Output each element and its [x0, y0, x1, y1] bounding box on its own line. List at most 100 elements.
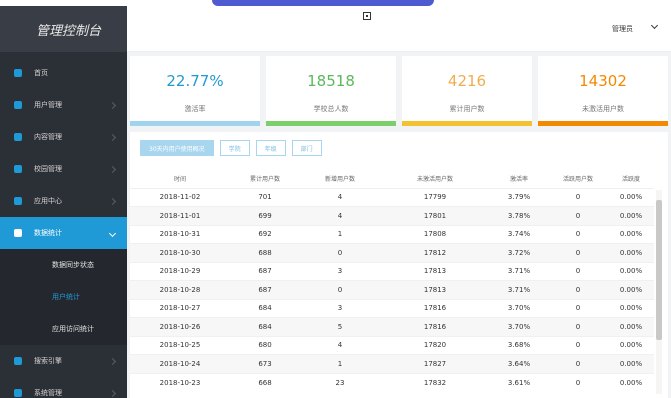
chevron-icon [108, 357, 117, 365]
table-cell: 3.72% [490, 243, 548, 262]
table-cell: 17816 [380, 298, 490, 318]
table-cell: 0 [548, 206, 608, 225]
table-cell: 1 [300, 224, 380, 244]
sidebar-item-system[interactable]: 系统管理 [0, 377, 127, 398]
tab-30-day-overview[interactable]: 30天内用户使用概况 [140, 140, 214, 156]
sidebar-subitem-label: 用户统计 [52, 293, 80, 301]
table-cell: 0 [548, 372, 608, 392]
user-icon [14, 101, 22, 109]
table-cell: 3.64% [490, 354, 548, 373]
column-header[interactable]: 时间 [130, 170, 230, 188]
sidebar-subitem-app-stats[interactable]: 应用访问统计 [0, 313, 127, 345]
app-title: 管理控制台 [0, 6, 127, 52]
summary-cards: 22.77% 激活率 18518 学校总人数 4216 累计用户数 14302 … [130, 56, 668, 126]
table-cell: 699 [230, 206, 300, 225]
column-header[interactable]: 活跃度 [608, 170, 654, 188]
table-cell: 687 [230, 280, 300, 299]
card-school-total: 18518 学校总人数 [266, 56, 396, 126]
column-header[interactable]: 累计用户数 [230, 170, 300, 188]
column-header[interactable]: 未激活用户数 [380, 170, 490, 188]
card-value: 4216 [447, 72, 487, 90]
table-scrollbar[interactable] [656, 190, 662, 394]
column-header[interactable]: 激活率 [490, 170, 548, 188]
table-cell: 680 [230, 335, 300, 355]
table-cell: 17813 [380, 280, 490, 299]
stats-panel: 30天内用户使用概况 学院 年级 部门 时间 累计用户数 新增用户数 未激活用户… [130, 132, 668, 398]
sidebar-item-users[interactable]: 用户管理 [0, 89, 127, 121]
table-cell: 17827 [380, 354, 490, 373]
sidebar-subitem-sync[interactable]: 数据同步状态 [0, 249, 127, 281]
table-cell: 0.00% [608, 372, 654, 392]
chevron-icon [108, 133, 117, 141]
table-cell: 2018-10-26 [130, 317, 230, 336]
table-cell: 688 [230, 243, 300, 262]
table-cell: 3.71% [490, 280, 548, 299]
chevron-down-icon[interactable] [650, 21, 659, 30]
sidebar-item-label: 内容管理 [34, 133, 62, 141]
table-cell: 2018-10-28 [130, 280, 230, 299]
search-icon [14, 357, 22, 365]
chevron-down-icon [108, 229, 117, 237]
table-cell: 3.61% [490, 372, 548, 392]
table-cell: 0 [300, 243, 380, 262]
sidebar-item-label: 用户管理 [34, 101, 62, 109]
column-header[interactable]: 活跃用户数 [548, 170, 608, 188]
table-cell: 0.00% [608, 206, 654, 225]
campus-icon [14, 165, 22, 173]
sidebar-subitem-user-stats[interactable]: 用户统计 [0, 281, 127, 313]
table-row: 2018-10-30 688 0 17812 3.72% 0 0.00% [130, 243, 654, 262]
user-menu[interactable]: 管理员 [612, 24, 633, 34]
card-inactive-users: 14302 未激活用户数 [538, 56, 668, 126]
table-row: 2018-10-26 684 5 17816 3.70% 0 0.00% [130, 317, 654, 336]
table-cell: 17832 [380, 372, 490, 392]
sidebar-item-stats[interactable]: 数据统计 [0, 217, 127, 249]
card-label: 学校总人数 [313, 105, 349, 113]
table-cell: 17820 [380, 335, 490, 355]
tab-college[interactable]: 学院 [219, 140, 250, 156]
sidebar-item-label: 校园管理 [34, 165, 62, 173]
table-cell: 17813 [380, 261, 490, 281]
table-row: 2018-11-02 701 4 17799 3.79% 0 0.00% [130, 187, 654, 207]
table-cell: 0 [548, 317, 608, 336]
card-label: 累计用户数 [449, 105, 485, 113]
sidebar-subitem-label: 应用访问统计 [52, 325, 94, 333]
table-cell: 0.00% [608, 261, 654, 281]
sidebar-item-apps[interactable]: 应用中心 [0, 185, 127, 217]
scrollbar-thumb[interactable] [656, 200, 662, 340]
table-cell: 0 [548, 261, 608, 281]
sidebar-item-label: 首页 [34, 69, 48, 77]
sidebar: 管理控制台 首页 用户管理 内容管理 校园管理 应用中心 数据统计 数据同步状态… [0, 6, 127, 398]
column-header[interactable]: 新增用户数 [300, 170, 380, 188]
table-cell: 3.68% [490, 335, 548, 355]
table-cell: 1 [300, 354, 380, 373]
table-cell: 2018-10-25 [130, 335, 230, 355]
content-icon [14, 133, 22, 141]
card-accent-bar [538, 121, 668, 126]
table-cell: 2018-10-31 [130, 224, 230, 244]
table-cell: 2018-10-30 [130, 243, 230, 262]
table-cell: 684 [230, 298, 300, 318]
table-cell: 0.00% [608, 224, 654, 244]
table-row: 2018-10-23 668 23 17832 3.61% 0 0.00% [130, 372, 654, 392]
table-cell: 3.71% [490, 261, 548, 281]
tab-grade[interactable]: 年级 [255, 140, 286, 156]
card-accent-bar [402, 121, 532, 126]
table-cell: 0 [300, 280, 380, 299]
table-row: 2018-10-29 687 3 17813 3.71% 0 0.00% [130, 261, 654, 281]
table-row: 2018-10-31 692 1 17808 3.74% 0 0.00% [130, 224, 654, 244]
card-accent-bar [130, 121, 260, 126]
table-cell: 3.78% [490, 206, 548, 225]
sidebar-item-content[interactable]: 内容管理 [0, 121, 127, 153]
table-cell: 2018-10-23 [130, 372, 230, 392]
sidebar-item-search[interactable]: 搜索引擎 [0, 345, 127, 377]
table-cell: 2018-10-27 [130, 298, 230, 318]
sidebar-item-campus[interactable]: 校园管理 [0, 153, 127, 185]
card-label: 激活率 [184, 105, 206, 113]
table-cell: 3.74% [490, 224, 548, 244]
tab-department[interactable]: 部门 [291, 140, 322, 156]
table-cell: 673 [230, 354, 300, 373]
sidebar-item-home[interactable]: 首页 [0, 57, 127, 89]
table-cell: 2018-10-29 [130, 261, 230, 281]
card-activation-rate: 22.77% 激活率 [130, 56, 260, 126]
image-icon [363, 12, 371, 20]
